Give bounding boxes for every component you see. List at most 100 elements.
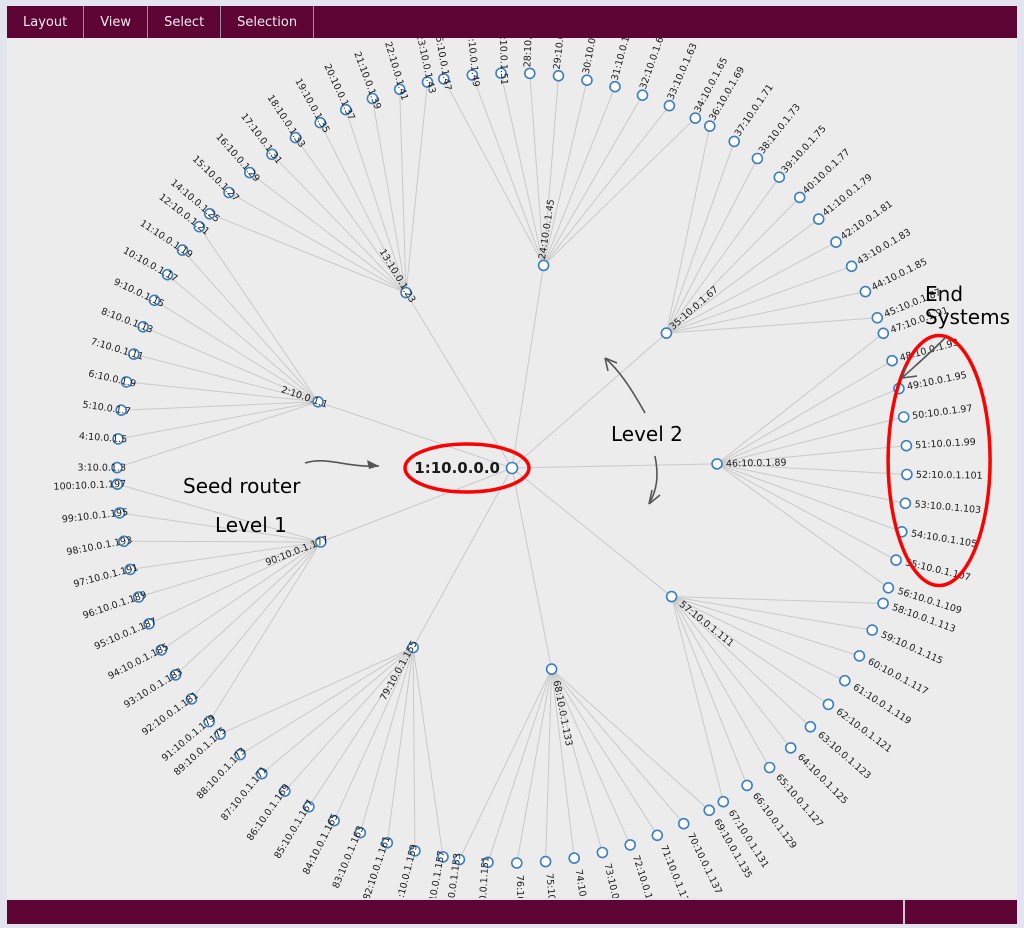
- node-label: 98:10.0.1.193: [66, 535, 134, 558]
- node-label: 28:10.0.1.53: [522, 38, 536, 68]
- end-system-node[interactable]: [877, 597, 889, 610]
- node-label: 33:10.0.1.63: [666, 42, 700, 102]
- graph-edge: [487, 668, 553, 863]
- application-window: Layout View Select Selection 1:10.0.0.0 2…: [0, 0, 1024, 928]
- graph-edge: [716, 332, 884, 465]
- end-system-node[interactable]: [703, 120, 716, 132]
- end-system-node[interactable]: [866, 624, 879, 636]
- status-bar-right-pane: [905, 900, 1017, 924]
- node-label: 82:10.0.1.161: [361, 835, 392, 898]
- graph-edge: [412, 647, 416, 851]
- router-node[interactable]: [660, 327, 673, 339]
- router-node[interactable]: [537, 259, 550, 272]
- node-label: 26:10.0.1.49: [464, 38, 481, 87]
- end-system-node[interactable]: [728, 135, 741, 148]
- end-system-node[interactable]: [822, 698, 835, 711]
- end-system-node[interactable]: [900, 439, 913, 452]
- end-system-node[interactable]: [663, 99, 676, 112]
- seed-router-node[interactable]: [505, 461, 519, 475]
- end-system-node[interactable]: [717, 795, 730, 808]
- end-system-node[interactable]: [845, 260, 858, 273]
- graph-edge: [154, 299, 319, 403]
- end-system-node[interactable]: [539, 855, 552, 868]
- end-system-node[interactable]: [523, 67, 536, 80]
- menu-item-selection[interactable]: Selection: [221, 6, 315, 38]
- node-label: 44:10.0.1.85: [870, 256, 929, 293]
- graph-edge: [666, 241, 837, 334]
- end-system-node[interactable]: [568, 852, 581, 864]
- graph-edge: [716, 463, 902, 533]
- graph-edge: [551, 668, 710, 811]
- status-bar: [7, 900, 1017, 924]
- graph-edge: [716, 416, 904, 465]
- end-system-node[interactable]: [897, 411, 910, 423]
- node-label: 81:10.0.1.159: [393, 843, 420, 898]
- graph-edge: [182, 249, 319, 403]
- end-system-node[interactable]: [890, 554, 902, 566]
- end-system-node[interactable]: [853, 650, 866, 662]
- end-system-node[interactable]: [552, 69, 565, 82]
- status-bar-left-pane: [7, 900, 905, 924]
- end-system-node[interactable]: [830, 236, 842, 248]
- end-system-node[interactable]: [812, 213, 825, 225]
- end-system-node[interactable]: [609, 80, 621, 93]
- end-system-node[interactable]: [651, 829, 664, 842]
- end-system-node[interactable]: [763, 761, 776, 774]
- graph-edge: [405, 292, 513, 469]
- end-system-node[interactable]: [859, 285, 872, 298]
- node-label: 29:10.0.1.55: [552, 38, 570, 70]
- router-node[interactable]: [711, 458, 723, 470]
- end-system-node[interactable]: [882, 581, 895, 594]
- graph-edge: [511, 332, 667, 469]
- topology-graph[interactable]: 1:10.0.0.02:10.0.1.13:10.0.1.34:10.0.1.5…: [7, 38, 1017, 898]
- node-label: 76:10.0.1.149: [514, 875, 526, 898]
- level2-annotation-arrow-up: [604, 357, 646, 414]
- end-system-node[interactable]: [804, 720, 817, 733]
- node-label: 97:10.0.1.191: [72, 562, 139, 590]
- end-system-node[interactable]: [596, 846, 609, 859]
- end-system-node[interactable]: [899, 497, 912, 510]
- node-label: 75:10.0.1.147: [543, 873, 560, 898]
- router-node[interactable]: [545, 663, 558, 675]
- end-system-node[interactable]: [624, 839, 637, 851]
- end-system-node[interactable]: [877, 327, 890, 340]
- router-node[interactable]: [665, 590, 678, 603]
- menu-item-layout[interactable]: Layout: [7, 6, 85, 38]
- node-label: 95:10.0.1.187: [93, 616, 159, 652]
- end-system-node[interactable]: [636, 89, 649, 102]
- end-system-node[interactable]: [689, 112, 702, 124]
- graph-edge: [121, 401, 319, 411]
- end-system-node[interactable]: [838, 674, 851, 687]
- end-system-node[interactable]: [751, 152, 764, 165]
- node-label: 68:10.0.1.133: [550, 679, 574, 747]
- node-label: 100:10.0.1.197: [53, 479, 126, 493]
- end-system-node[interactable]: [793, 191, 806, 204]
- end-system-node[interactable]: [784, 742, 797, 754]
- graph-edge: [412, 647, 444, 857]
- graph-edge: [511, 463, 718, 469]
- end-system-node[interactable]: [581, 74, 593, 87]
- menu-item-select[interactable]: Select: [148, 6, 222, 38]
- node-label: 43:10.0.1.83: [855, 227, 913, 267]
- menu-item-view[interactable]: View: [84, 6, 149, 38]
- end-system-node[interactable]: [703, 804, 716, 817]
- end-system-node[interactable]: [886, 354, 898, 367]
- node-label: 77:10.0.1.151: [477, 856, 492, 898]
- node-label: 20:10.0.1.37: [321, 62, 356, 122]
- node-label: 96:10.0.1.189: [82, 589, 149, 621]
- end-system-node[interactable]: [510, 857, 523, 869]
- end-system-node[interactable]: [773, 171, 786, 183]
- end-system-node[interactable]: [901, 468, 913, 481]
- end-system-node[interactable]: [741, 779, 753, 792]
- graph-canvas[interactable]: 1:10.0.0.0 2:10.0.1.1 3:10.0.1.3 4:10.0.1.5…: [7, 38, 1017, 898]
- end-system-node[interactable]: [871, 311, 884, 324]
- node-label: 23:10.0.1.43: [414, 38, 438, 95]
- node-label: 54:10.0.1.105: [910, 528, 978, 550]
- graph-edge: [543, 117, 696, 266]
- node-label: 74:10.0.1.145: [573, 869, 594, 898]
- node-label: 31:10.0.1.59: [610, 38, 636, 82]
- graph-edge: [511, 467, 553, 670]
- graph-edge: [665, 158, 758, 334]
- end-system-node[interactable]: [677, 817, 690, 830]
- node-label: 94:10.0.1.185: [106, 642, 170, 682]
